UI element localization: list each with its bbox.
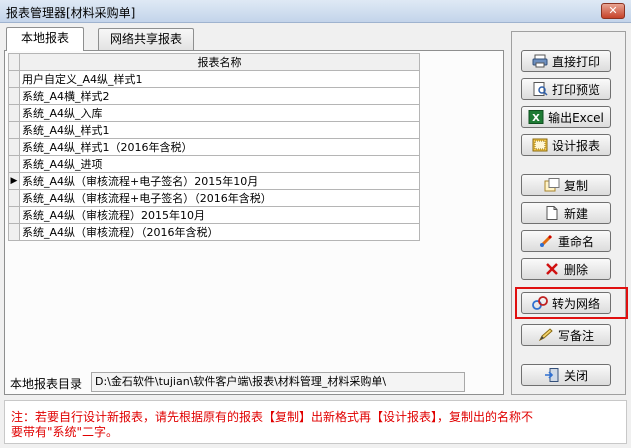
table-row[interactable]: 系统_A4横_样式2: [8, 87, 420, 105]
window-title: 报表管理器[材料采购单]: [6, 6, 136, 20]
copy-button[interactable]: 复制: [521, 174, 611, 196]
write-note-label: 写备注: [557, 328, 594, 343]
tab-network-shared-reports[interactable]: 网络共享报表: [98, 28, 194, 50]
export-excel-label: 输出Excel: [548, 110, 604, 125]
report-name-cell[interactable]: 系统_A4横_样式2: [19, 87, 420, 105]
row-indicator: [8, 206, 20, 224]
note-pen-icon: [538, 328, 554, 342]
row-indicator: [8, 104, 20, 122]
note-area: 注：若要自行设计新报表，请先根据原有的报表【复制】出新格式再【设计报表】，复制出…: [4, 400, 627, 444]
delete-label: 删除: [563, 262, 588, 277]
table-row[interactable]: 系统_A4纵（审核流程）（2016年含税）: [8, 223, 420, 241]
report-name-cell[interactable]: 系统_A4纵（审核流程+电子签名）（2016年含税）: [19, 189, 420, 207]
row-indicator: [8, 87, 20, 105]
design-report-button[interactable]: 设计报表: [521, 134, 611, 156]
svg-text:X: X: [532, 113, 540, 124]
table-row[interactable]: ▶ 系统_A4纵（审核流程+电子签名）2015年10月: [8, 172, 420, 190]
new-document-icon: [544, 206, 560, 220]
convert-to-network-label: 转为网络: [551, 296, 600, 311]
write-note-button[interactable]: 写备注: [521, 324, 611, 346]
row-indicator: [8, 155, 20, 173]
report-name-cell[interactable]: 系统_A4纵_样式1（2016年含税）: [19, 138, 420, 156]
design-report-label: 设计报表: [551, 138, 600, 153]
new-label: 新建: [563, 206, 588, 221]
row-indicator: [8, 223, 20, 241]
report-name-cell[interactable]: 系统_A4纵（审核流程）（2016年含税）: [19, 223, 420, 241]
copy-icon: [544, 178, 560, 192]
direct-print-label: 直接打印: [551, 54, 600, 69]
direct-print-button[interactable]: 直接打印: [521, 50, 611, 72]
report-name-cell[interactable]: 用户自定义_A4纵_样式1: [19, 70, 420, 88]
table-row[interactable]: 系统_A4纵_进项: [8, 155, 420, 173]
directory-bar: 本地报表目录 D:\金石软件\tujian\软件客户端\报表\材料管理_材料采购…: [4, 372, 472, 392]
row-indicator: [8, 189, 20, 207]
table-row[interactable]: 系统_A4纵（审核流程+电子签名）（2016年含税）: [8, 189, 420, 207]
row-indicator: [8, 70, 20, 88]
delete-x-icon: [544, 262, 560, 276]
report-table: 报表名称 用户自定义_A4纵_样式1 系统_A4横_样式2 系统_A4纵_入库 系统_…: [8, 53, 420, 241]
report-list-panel: 报表名称 用户自定义_A4纵_样式1 系统_A4横_样式2 系统_A4纵_入库 系统_…: [4, 50, 504, 395]
report-name-cell[interactable]: 系统_A4纵（审核流程+电子签名）2015年10月: [19, 172, 420, 190]
table-row[interactable]: 用户自定义_A4纵_样式1: [8, 70, 420, 88]
row-indicator: [8, 121, 20, 139]
table-row[interactable]: 系统_A4纵_样式1（2016年含税）: [8, 138, 420, 156]
table-row[interactable]: 系统_A4纵_入库: [8, 104, 420, 122]
design-report-icon: [532, 138, 548, 152]
table-row[interactable]: 系统_A4纵（审核流程）2015年10月: [8, 206, 420, 224]
rename-label: 重命名: [557, 234, 594, 249]
delete-button[interactable]: 删除: [521, 258, 611, 280]
report-name-header[interactable]: 报表名称: [19, 53, 420, 71]
export-excel-button[interactable]: X 输出Excel: [521, 106, 611, 128]
title-bar: 报表管理器[材料采购单] ✕: [0, 0, 631, 23]
print-preview-button[interactable]: 打印预览: [521, 78, 611, 100]
print-preview-label: 打印预览: [551, 82, 600, 97]
close-button[interactable]: 关闭: [521, 364, 611, 386]
copy-label: 复制: [563, 178, 588, 193]
directory-path-field[interactable]: D:\金石软件\tujian\软件客户端\报表\材料管理_材料采购单\: [91, 372, 465, 392]
network-transfer-icon: [532, 296, 548, 310]
exit-door-icon: [544, 368, 560, 382]
close-label: 关闭: [563, 368, 588, 383]
report-name-cell[interactable]: 系统_A4纵_进项: [19, 155, 420, 173]
table-row[interactable]: 系统_A4纵_样式1: [8, 121, 420, 139]
rename-pencil-icon: [538, 234, 554, 248]
report-name-cell[interactable]: 系统_A4纵_入库: [19, 104, 420, 122]
report-name-cell[interactable]: 系统_A4纵_样式1: [19, 121, 420, 139]
row-indicator: [8, 138, 20, 156]
close-window-button[interactable]: ✕: [601, 3, 625, 19]
print-preview-icon: [532, 82, 548, 96]
new-button[interactable]: 新建: [521, 202, 611, 224]
current-row-indicator: ▶: [8, 172, 20, 190]
directory-label: 本地报表目录: [10, 377, 83, 391]
note-text: 注：若要自行设计新报表，请先根据原有的报表【复制】出新格式再【设计报表】，复制出…: [11, 410, 534, 439]
convert-to-network-button[interactable]: 转为网络: [521, 292, 611, 314]
row-indicator-header: [8, 53, 20, 71]
report-name-cell[interactable]: 系统_A4纵（审核流程）2015年10月: [19, 206, 420, 224]
excel-icon: X: [528, 110, 544, 124]
tab-local-reports[interactable]: 本地报表: [6, 27, 84, 51]
rename-button[interactable]: 重命名: [521, 230, 611, 252]
printer-icon: [532, 54, 548, 68]
